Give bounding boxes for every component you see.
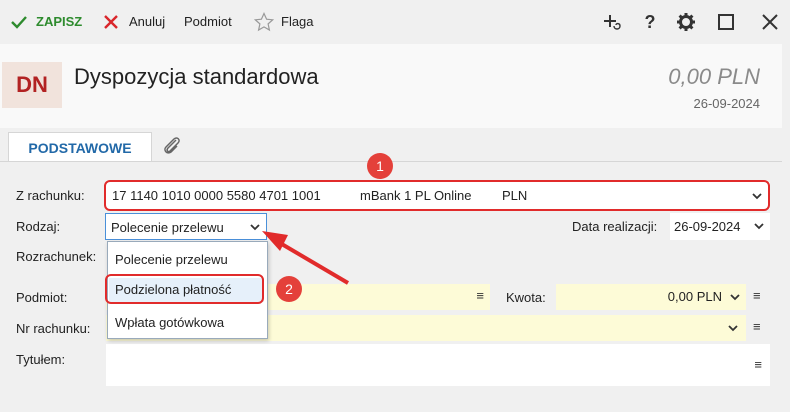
amount-value: 0,00 PLN xyxy=(667,289,722,304)
account-number-label: Nr rachunku: xyxy=(16,321,91,336)
paperclip-icon xyxy=(164,137,180,154)
title-textarea[interactable]: ≡ xyxy=(106,344,770,386)
help-icon[interactable]: ? xyxy=(640,12,660,32)
flag-button[interactable]: Flaga xyxy=(254,12,314,32)
tab-basic[interactable]: PODSTAWOWE xyxy=(8,132,152,162)
execution-date-label: Data realizacji: xyxy=(572,219,658,234)
chevron-down-icon xyxy=(730,294,740,301)
tab-attachments[interactable] xyxy=(160,134,184,158)
list-menu-icon[interactable]: ≡ xyxy=(476,288,484,303)
chevron-down-icon xyxy=(754,223,764,230)
subject-button[interactable]: Podmiot xyxy=(184,12,232,32)
highlight-from-account xyxy=(104,180,770,211)
settlement-label: Rozrachunek: xyxy=(16,249,97,264)
account-list-menu-icon[interactable]: ≡ xyxy=(753,319,761,334)
type-value: Polecenie przelewu xyxy=(111,220,224,235)
close-icon[interactable] xyxy=(760,12,780,32)
gear-icon[interactable] xyxy=(676,12,696,32)
type-select[interactable]: Polecenie przelewu xyxy=(105,213,267,240)
subject-label: Podmiot xyxy=(184,14,232,29)
header-date: 26-09-2024 xyxy=(693,96,761,111)
highlight-split-payment xyxy=(105,274,264,304)
subject-field-label: Podmiot: xyxy=(16,290,68,305)
cancel-label: Anuluj xyxy=(129,14,166,29)
save-label: ZAPISZ xyxy=(36,14,83,29)
save-button[interactable]: ZAPISZ xyxy=(10,12,82,32)
amount-input[interactable]: 0,00 PLN xyxy=(556,284,746,310)
maximize-icon[interactable] xyxy=(716,12,736,32)
add-attachment-icon[interactable] xyxy=(602,12,622,32)
close-x-icon xyxy=(104,15,118,29)
tab-bar: PODSTAWOWE xyxy=(0,128,782,162)
dropdown-option-standard-transfer[interactable]: Polecenie przelewu xyxy=(109,248,264,272)
amount-label: Kwota: xyxy=(506,290,546,305)
title-field-label: Tytułem: xyxy=(16,352,66,367)
document-header: DN Dyspozycja standardowa 0,00 PLN 26-09… xyxy=(0,44,782,128)
from-account-label: Z rachunku: xyxy=(16,188,85,203)
star-icon xyxy=(254,12,274,32)
header-amount: 0,00 PLN xyxy=(668,64,760,89)
page-title: Dyspozycja standardowa xyxy=(74,64,319,89)
callout-number-1: 1 xyxy=(367,153,393,179)
document-type-badge: DN xyxy=(2,62,62,108)
toolbar: ZAPISZ Anuluj Podmiot Flaga ? xyxy=(0,0,790,44)
callout-arrow xyxy=(262,231,350,285)
flag-label: Flaga xyxy=(281,14,314,29)
title-list-menu-icon[interactable]: ≡ xyxy=(754,357,762,372)
execution-date-picker[interactable]: 26-09-2024 xyxy=(670,213,770,240)
execution-date-value: 26-09-2024 xyxy=(674,219,741,234)
checkmark-icon xyxy=(11,16,27,29)
type-label: Rodzaj: xyxy=(16,219,61,234)
chevron-down-icon xyxy=(728,325,738,332)
amount-list-menu-icon[interactable]: ≡ xyxy=(753,288,761,303)
dropdown-option-cash-deposit[interactable]: Wpłata gotówkowa xyxy=(109,311,264,335)
cancel-button[interactable]: Anuluj xyxy=(103,12,165,32)
